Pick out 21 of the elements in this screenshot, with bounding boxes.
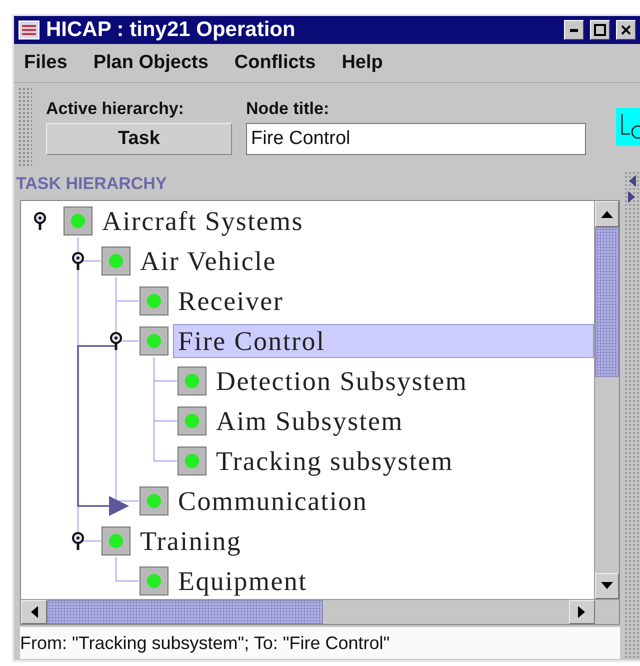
tree-node-label[interactable]: Aircraft Systems bbox=[97, 204, 594, 238]
panel-header: TASK HIERARCHY bbox=[16, 174, 167, 194]
menu-item[interactable]: Conflicts bbox=[234, 52, 316, 74]
tree-node-label[interactable]: Tracking subsystem bbox=[211, 444, 594, 478]
tree-node-label[interactable]: Receiver bbox=[173, 284, 594, 318]
tree-node-label[interactable]: Equipment bbox=[173, 564, 594, 598]
tree-node-label[interactable]: Air Vehicle bbox=[135, 244, 594, 278]
tree-node-label[interactable]: Detection Subsystem bbox=[211, 364, 594, 398]
status-text: From: "Tracking subsystem"; To: "Fire Control" bbox=[20, 632, 390, 654]
tree-node-label[interactable]: Training bbox=[135, 524, 594, 558]
hierarchy-button[interactable]: Task bbox=[46, 123, 232, 155]
menu-item[interactable]: Plan Objects bbox=[93, 52, 208, 74]
node-title-field[interactable]: Fire Control bbox=[246, 123, 586, 155]
tree-node-label[interactable]: Fire Control bbox=[173, 324, 594, 358]
field-label: Active hierarchy: bbox=[46, 99, 185, 119]
menu-item[interactable]: Files bbox=[24, 52, 68, 74]
field-label: Node title: bbox=[246, 99, 330, 119]
tree-node-label[interactable]: Communication bbox=[173, 484, 594, 518]
window-title: HICAP : tiny21 Operation bbox=[46, 18, 296, 42]
tree-node-label[interactable]: Aim Subsystem bbox=[211, 404, 594, 438]
menu-item[interactable]: Help bbox=[342, 52, 383, 74]
